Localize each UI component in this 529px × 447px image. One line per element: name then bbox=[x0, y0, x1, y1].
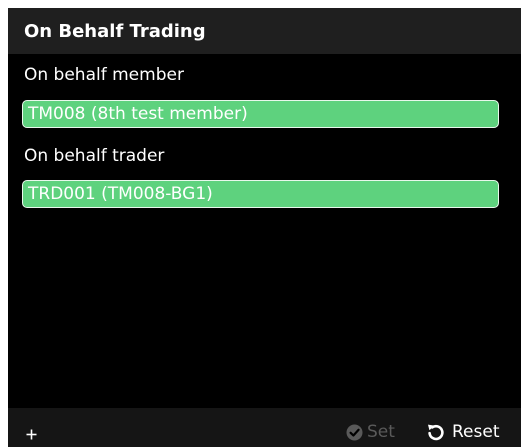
member-label: On behalf member bbox=[24, 65, 184, 85]
reset-button[interactable]: Reset bbox=[427, 421, 500, 443]
plus-icon[interactable] bbox=[26, 429, 37, 440]
footer-toolbar: Set Reset bbox=[8, 408, 521, 447]
set-button[interactable]: Set bbox=[346, 421, 395, 443]
undo-icon bbox=[428, 424, 444, 441]
check-circle-icon bbox=[346, 424, 363, 440]
trader-field[interactable]: TRD001 (TM008-BG1) bbox=[22, 180, 499, 208]
trader-label: On behalf trader bbox=[24, 146, 165, 166]
member-field[interactable]: TM008 (8th test member) bbox=[22, 100, 499, 128]
reset-button-label: Reset bbox=[452, 422, 500, 442]
set-button-label: Set bbox=[367, 422, 395, 442]
title-bar: On Behalf Trading bbox=[8, 8, 521, 54]
panel-title: On Behalf Trading bbox=[24, 21, 206, 42]
on-behalf-trading-panel: On Behalf Trading On behalf member TM008… bbox=[8, 8, 521, 447]
